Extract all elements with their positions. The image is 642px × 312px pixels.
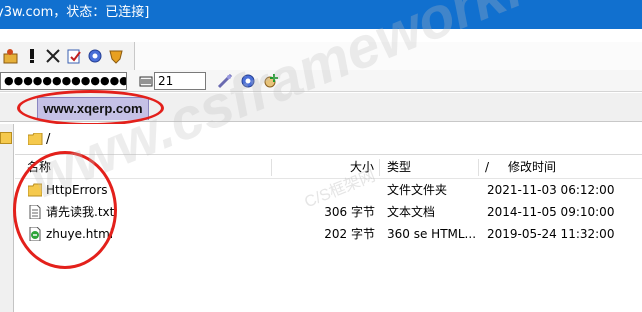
file-size: 202 字节 <box>324 227 375 241</box>
file-modified: 2019-05-24 11:32:00 <box>487 227 615 241</box>
file-list-highlight-ellipse <box>13 151 117 269</box>
port-field[interactable]: 21 <box>154 72 206 90</box>
main-toolbar <box>0 42 135 70</box>
file-list-header: 名称 大小 类型 / 修改时间 <box>15 156 642 179</box>
folder-icon[interactable] <box>0 132 12 144</box>
path-bar: / <box>15 124 642 155</box>
file-type: 360 se HTML... <box>387 227 477 241</box>
file-modified: 2014-11-05 09:10:00 <box>487 205 615 219</box>
column-divider[interactable] <box>478 159 479 176</box>
column-divider[interactable] <box>271 159 272 176</box>
folder-icon <box>27 132 43 146</box>
gear-icon[interactable] <box>84 45 105 67</box>
window-title: y3w.com，状态：已连接] <box>0 5 150 20</box>
title-bar: y3w.com，状态：已连接] <box>0 0 642 29</box>
alert-icon[interactable] <box>21 45 42 67</box>
settings-icon[interactable] <box>238 72 258 90</box>
toolbar-spacer <box>135 42 642 70</box>
shield-icon[interactable] <box>105 45 126 67</box>
edit-icon[interactable] <box>63 45 84 67</box>
tab-highlight-ellipse <box>17 90 164 126</box>
file-modified: 2021-11-03 06:12:00 <box>487 183 615 197</box>
connection-bar: ●●●●●●●●●●●●●●● 21 <box>0 70 642 92</box>
column-type[interactable]: 类型 <box>387 156 411 179</box>
add-site-icon[interactable] <box>261 72 281 90</box>
column-sort-indicator[interactable]: / <box>485 156 489 179</box>
file-type: 文件文件夹 <box>387 183 448 197</box>
column-modified[interactable]: 修改时间 <box>508 156 556 179</box>
file-type: 文本文档 <box>387 205 436 219</box>
current-path[interactable]: / <box>46 132 50 147</box>
local-pane <box>0 124 14 312</box>
disconnect-icon[interactable] <box>215 72 235 90</box>
password-field[interactable]: ●●●●●●●●●●●●●●● <box>0 72 127 90</box>
column-divider[interactable] <box>379 159 380 176</box>
close-icon[interactable] <box>42 45 63 67</box>
port-icon <box>139 74 153 88</box>
connect-icon[interactable] <box>0 45 21 67</box>
